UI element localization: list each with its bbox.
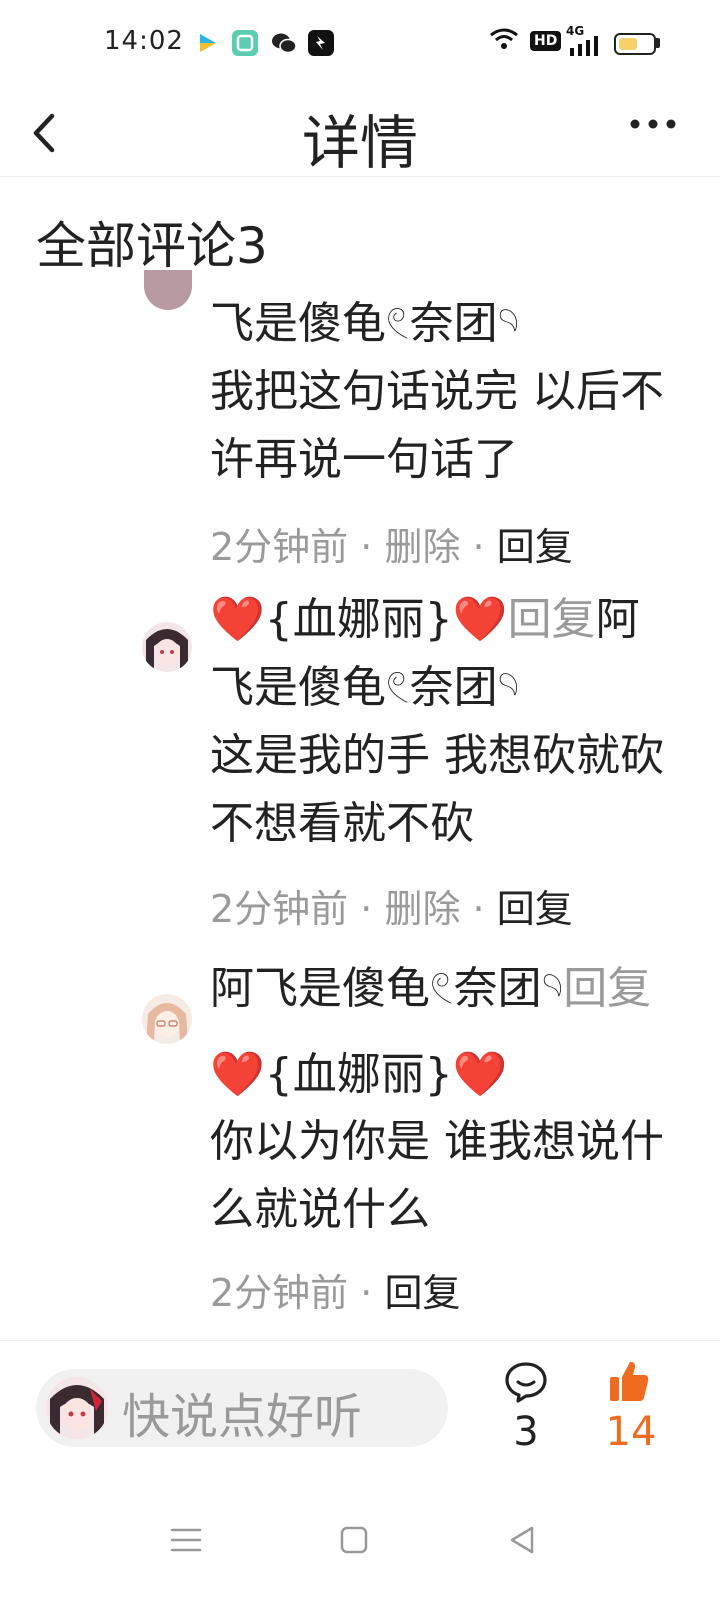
comment-time: 2分钟前	[210, 887, 349, 931]
comment-text: 这是我的手 我想砍就砍 不想看就不砍	[210, 730, 664, 849]
comment-bubble-icon[interactable]	[504, 1361, 548, 1403]
reply-to-user[interactable]: ❤️{血娜丽}❤️	[210, 1049, 508, 1100]
comment-count[interactable]: 3	[500, 1409, 552, 1455]
wechat-icon	[270, 30, 297, 56]
page-title: 详情	[301, 109, 418, 177]
reply-word: 回复	[507, 594, 596, 645]
comment-time: 2分钟前	[210, 525, 349, 569]
avatar[interactable]	[142, 622, 192, 672]
thumbs-up-icon[interactable]	[608, 1359, 650, 1403]
wifi-icon	[488, 26, 520, 57]
comment-header: 阿飞是傻龟𓏲奈团𓄹回复 ❤️{血娜丽}❤️	[210, 946, 670, 1118]
comments-section-title: 全部评论3	[36, 217, 268, 275]
messenger-app-icon	[308, 30, 334, 56]
comment-text: 我把这句话说完 以后不许再说一句话了	[210, 366, 664, 485]
comment-meta: 2分钟前 · 删除 · 回复	[210, 525, 573, 569]
avatar[interactable]	[142, 994, 192, 1044]
comment-input[interactable]: 快说点好听	[36, 1369, 448, 1447]
comment-meta: 2分钟前 · 回复	[210, 1271, 461, 1315]
hd-icon: HD	[530, 31, 562, 51]
comment-input-bar: 快说点好听 3 14	[0, 1340, 720, 1481]
avatar	[46, 1377, 108, 1439]
signal-icon	[568, 36, 600, 61]
menu-icon[interactable]	[166, 1520, 206, 1560]
comment-text: 你以为你是 谁我想说什么就说什么	[210, 1116, 664, 1235]
delete-button[interactable]: 删除	[384, 525, 460, 569]
battery-icon	[614, 33, 656, 55]
gallery-app-icon	[232, 30, 258, 56]
comment-author[interactable]: 阿飞是傻龟𓏲奈团𓄹	[210, 963, 563, 1014]
video-app-icon	[194, 30, 220, 56]
comment-header: ❤️{血娜丽}❤️回复阿飞是傻龟𓏲奈团𓄹	[210, 586, 670, 722]
more-dots-icon	[620, 119, 690, 162]
comment-author[interactable]: ❤️{血娜丽}❤️	[210, 594, 508, 645]
back-triangle-icon[interactable]	[502, 1520, 542, 1560]
delete-button[interactable]: 删除	[384, 887, 460, 931]
reply-word: 回复	[563, 963, 652, 1014]
home-square-icon[interactable]	[334, 1520, 374, 1560]
header-bar: 详情	[0, 88, 720, 177]
more-button[interactable]	[620, 108, 690, 158]
input-placeholder: 快说点好听	[122, 1389, 363, 1445]
like-count[interactable]: 14	[596, 1409, 666, 1455]
avatar[interactable]	[144, 270, 192, 310]
comment-header-partial: 飞是傻龟𓏲奈团𓄹	[210, 298, 520, 349]
reply-button[interactable]: 回复	[497, 525, 573, 569]
reply-button[interactable]: 回复	[497, 887, 573, 931]
reply-button[interactable]: 回复	[384, 1271, 460, 1315]
system-nav-bar	[0, 1480, 720, 1600]
comment-meta: 2分钟前 · 删除 · 回复	[210, 887, 573, 931]
comment-time: 2分钟前	[210, 1271, 349, 1315]
status-bar: 14:02 HD 4G	[0, 0, 720, 88]
status-time: 14:02	[104, 26, 184, 56]
